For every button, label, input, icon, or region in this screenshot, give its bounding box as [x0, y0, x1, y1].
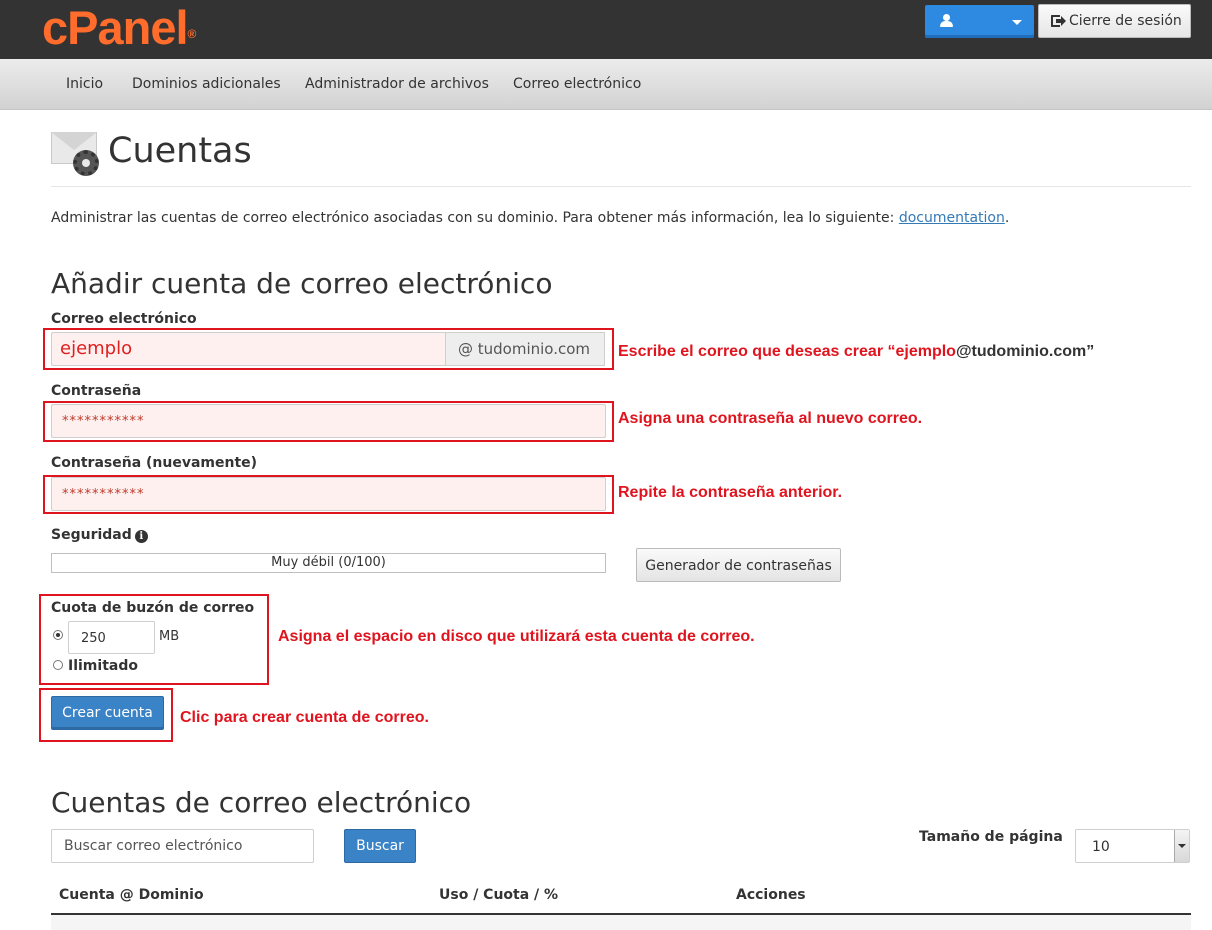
password-highlight-box: [43, 401, 614, 442]
search-input[interactable]: Buscar correo electrónico: [51, 829, 314, 863]
page-description: Administrar las cuentas de correo electr…: [51, 208, 1009, 228]
quota-custom-radio[interactable]: [53, 630, 63, 640]
documentation-link[interactable]: documentation: [899, 210, 1005, 226]
password-strength-meter: Muy débil (0/100): [51, 553, 606, 573]
password-confirm-label: Contraseña (nuevamente): [51, 455, 258, 471]
email-annotation: Escribe el correo que deseas crear “ejem…: [618, 342, 1094, 362]
logo-registered-mark: ®: [187, 27, 197, 41]
password-annotation: Asigna una contraseña al nuevo correo.: [618, 410, 923, 427]
email-note-suffix: @tudominio.com”: [955, 343, 1095, 360]
info-icon[interactable]: i: [134, 530, 148, 543]
nav-item-correo-electronico[interactable]: Correo electrónico: [513, 59, 641, 110]
chevron-down-icon[interactable]: [1174, 830, 1189, 862]
column-header-account[interactable]: Cuenta @ Dominio: [59, 887, 204, 903]
top-header: cPanel® Cierre de sesión: [0, 0, 1212, 59]
email-label: Correo electrónico: [51, 311, 197, 327]
main-nav: Inicio Dominios adicionales Administrado…: [0, 59, 1212, 110]
password-generator-button[interactable]: Generador de contraseñas: [636, 548, 841, 582]
email-accounts-gear-icon: [51, 130, 101, 178]
quota-unit: MB: [159, 629, 180, 644]
user-menu-button[interactable]: [925, 5, 1034, 38]
quota-unlimited-label[interactable]: Ilimitado: [68, 658, 138, 674]
sign-out-icon: [1051, 15, 1066, 27]
page-size-select[interactable]: 10: [1075, 829, 1190, 863]
nav-item-dominios-adicionales[interactable]: Dominios adicionales: [132, 59, 281, 110]
email-note-prefix: Escribe el correo que deseas crear “ejem…: [618, 343, 956, 360]
cpanel-logo[interactable]: cPanel®: [42, 2, 196, 54]
description-end: .: [1004, 210, 1010, 226]
column-header-actions: Acciones: [736, 887, 806, 903]
column-header-usage[interactable]: Uso / Cuota / %: [439, 887, 558, 903]
logout-button[interactable]: Cierre de sesión: [1038, 4, 1191, 38]
page-title: Cuentas: [108, 131, 252, 171]
password-label: Contraseña: [51, 383, 142, 399]
add-account-heading: Añadir cuenta de correo electrónico: [51, 267, 553, 300]
page-size-value: 10: [1092, 839, 1110, 855]
logout-label: Cierre de sesión: [1069, 13, 1182, 29]
email-highlight-box: [43, 328, 614, 370]
user-icon: [939, 14, 953, 28]
search-button[interactable]: Buscar: [344, 829, 416, 863]
security-label-text: Seguridad: [51, 527, 132, 543]
quota-input[interactable]: 250: [68, 621, 155, 654]
table-row: [51, 915, 1191, 930]
title-divider: [51, 186, 1191, 187]
nav-item-inicio[interactable]: Inicio: [66, 59, 103, 110]
create-account-button[interactable]: Crear cuenta: [51, 696, 164, 730]
quota-label: Cuota de buzón de correo: [51, 600, 255, 616]
repeat-password-annotation: Repite la contraseña anterior.: [618, 484, 843, 501]
quota-annotation: Asigna el espacio en disco que utilizará…: [278, 628, 755, 645]
page-size-label: Tamaño de página: [919, 829, 1063, 845]
logo-text: cPanel: [42, 1, 189, 54]
quota-unlimited-radio[interactable]: [53, 660, 63, 670]
create-annotation: Clic para crear cuenta de correo.: [180, 709, 429, 726]
security-label: Seguridad i: [51, 526, 148, 544]
accounts-heading: Cuentas de correo electrónico: [51, 786, 472, 819]
password-confirm-highlight-box: [43, 475, 614, 514]
nav-item-administrador-archivos[interactable]: Administrador de archivos: [305, 59, 489, 110]
caret-down-icon: [1012, 20, 1022, 25]
description-text: Administrar las cuentas de correo electr…: [51, 210, 899, 226]
